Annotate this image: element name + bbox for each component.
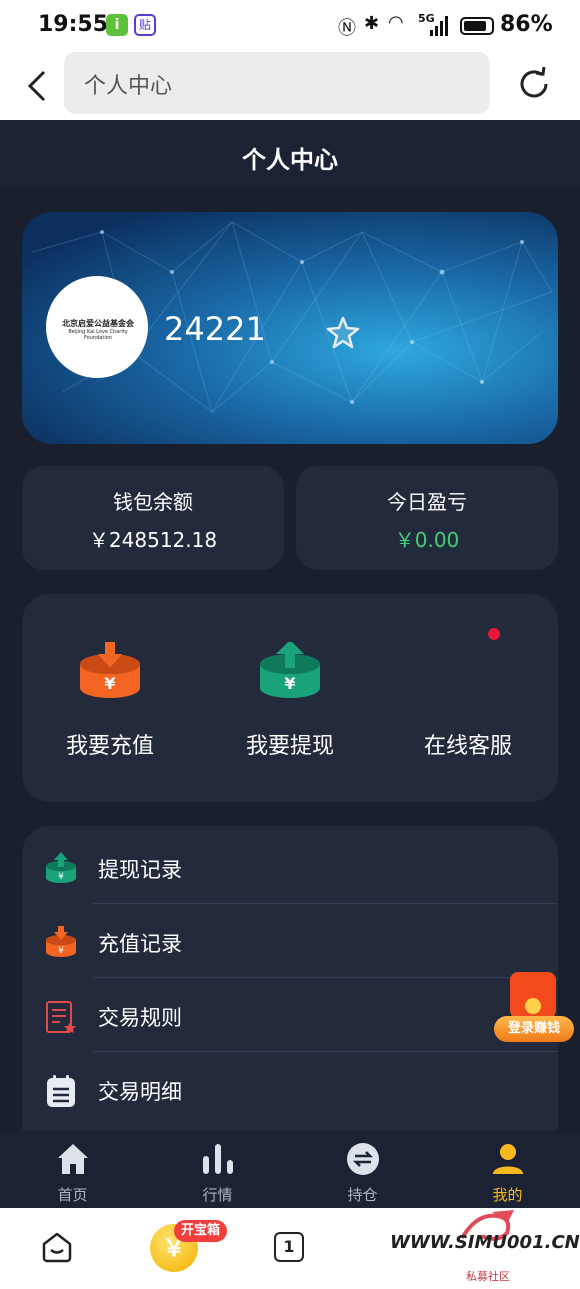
tab-market-label: 行情 <box>202 1186 233 1204</box>
status-time: 19:55 <box>38 12 109 37</box>
status-bar: 19:55 i 贴 Ⓝ ✱ ◠ 5G 86% <box>0 0 580 52</box>
swap-icon <box>347 1143 379 1175</box>
refresh-button[interactable] <box>516 66 552 102</box>
page-header: 个人中心 <box>0 120 580 190</box>
refresh-icon <box>520 66 548 98</box>
trading-rules-label: 交易规则 <box>98 1006 182 1030</box>
tab-market[interactable]: 行情 <box>145 1138 290 1208</box>
tab-positions[interactable]: 持仓 <box>290 1138 435 1208</box>
browser-home-icon[interactable] <box>40 1230 74 1264</box>
bottom-tab-bar: 首页 行情 持仓 我的 <box>0 1130 580 1208</box>
list-item-trade-details[interactable]: 交易明细 <box>22 1052 558 1126</box>
menu-list: ¥ 提现记录 ¥ 充值记录 交易规则 交易明细 <box>22 826 558 1166</box>
user-id: 24221 <box>164 310 266 348</box>
battery-icon <box>460 17 494 35</box>
promo-label: 登录赚钱 <box>494 1016 574 1042</box>
wallet-balance-value: ￥248512.18 <box>88 528 218 552</box>
withdraw-record-label: 提现记录 <box>98 858 182 882</box>
wallet-balance-card: 钱包余额 ￥248512.18 <box>22 466 284 570</box>
login-earn-promo[interactable]: 登录赚钱 <box>494 972 574 1044</box>
list-item-trading-rules[interactable]: 交易规则 <box>22 978 558 1052</box>
quick-actions: ¥ 我要充值 ¥ 我要提现 在线客服 <box>22 594 558 802</box>
trade-details-label: 交易明细 <box>98 1080 182 1104</box>
page-title: 个人中心 <box>242 146 338 174</box>
browser-address-bar: 个人中心 <box>0 52 580 120</box>
clipboard-icon <box>47 1075 75 1107</box>
svg-text:¥: ¥ <box>104 674 115 693</box>
today-pnl-value: ￥0.00 <box>394 528 460 552</box>
coin-icon <box>525 998 541 1014</box>
nfc-icon: Ⓝ <box>338 18 356 39</box>
bar-chart-icon <box>203 1144 233 1174</box>
foundation-logo: 北京启爱公益基金会 Beijing Kai Love Charity Found… <box>60 318 136 341</box>
rules-icon <box>46 1001 76 1033</box>
today-pnl-label: 今日盈亏 <box>387 490 467 514</box>
tabs-count-button[interactable]: 1 <box>274 1232 304 1262</box>
today-pnl-card: 今日盈亏 ￥0.00 <box>296 466 558 570</box>
bluetooth-icon: ✱ <box>364 13 380 34</box>
tieba-notification-icon: 贴 <box>134 14 156 36</box>
url-input[interactable]: 个人中心 <box>64 52 490 114</box>
svg-text:¥: ¥ <box>58 872 64 882</box>
signal-icon <box>430 16 448 36</box>
customer-service-label: 在线客服 <box>423 734 512 759</box>
back-button[interactable] <box>24 66 54 106</box>
profile-card: 北京启爱公益基金会 Beijing Kai Love Charity Found… <box>22 212 558 444</box>
list-item-deposit-record[interactable]: ¥ 充值记录 <box>22 904 558 978</box>
watermark-text: WWW.SIMU001.CN <box>390 1232 580 1253</box>
treasure-box-badge: 开宝箱 <box>174 1220 228 1242</box>
tab-profile[interactable]: 我的 <box>435 1138 580 1208</box>
withdraw-label: 我要提现 <box>245 734 334 759</box>
tab-positions-label: 持仓 <box>347 1186 378 1204</box>
withdraw-button[interactable]: ¥ 我要提现 <box>202 634 378 784</box>
withdraw-record-icon: ¥ <box>46 852 76 883</box>
svg-text:¥: ¥ <box>284 674 295 693</box>
home-icon <box>58 1144 88 1174</box>
deposit-label: 我要充值 <box>65 734 154 759</box>
deposit-button[interactable]: ¥ 我要充值 <box>22 634 198 784</box>
tab-profile-label: 我的 <box>492 1186 523 1204</box>
browser-bottom-bar: ￥ 开宝箱 1 WWW.SIMU001.CN 私募社区 <box>0 1208 580 1289</box>
user-icon <box>493 1144 523 1174</box>
deposit-icon: ¥ <box>80 642 140 698</box>
avatar[interactable]: 北京启爱公益基金会 Beijing Kai Love Charity Found… <box>46 276 148 378</box>
withdraw-icon: ¥ <box>260 642 320 698</box>
logo-text: 北京启爱公益基金会 <box>62 319 134 328</box>
tab-home-label: 首页 <box>57 1186 88 1204</box>
app-notification-icon: i <box>106 14 128 36</box>
deposit-record-icon: ¥ <box>46 926 76 957</box>
customer-service-button[interactable]: 在线客服 <box>380 634 556 784</box>
tab-home[interactable]: 首页 <box>0 1138 145 1208</box>
deposit-record-label: 充值记录 <box>98 932 182 956</box>
notification-dot <box>488 628 500 640</box>
list-item-withdraw-record[interactable]: ¥ 提现记录 <box>22 830 558 904</box>
svg-text:¥: ¥ <box>58 946 64 956</box>
battery-percent: 86% <box>500 12 553 37</box>
url-text: 个人中心 <box>84 74 173 99</box>
star-icon[interactable] <box>326 316 360 350</box>
logo-subtext: Beijing Kai Love Charity Foundation <box>68 329 128 341</box>
watermark-subtext: 私募社区 <box>466 1270 510 1283</box>
wifi-icon: ◠ <box>388 12 404 33</box>
chevron-left-icon <box>27 70 46 102</box>
wallet-balance-label: 钱包余额 <box>113 490 193 514</box>
red-envelope-icon <box>510 972 556 1020</box>
